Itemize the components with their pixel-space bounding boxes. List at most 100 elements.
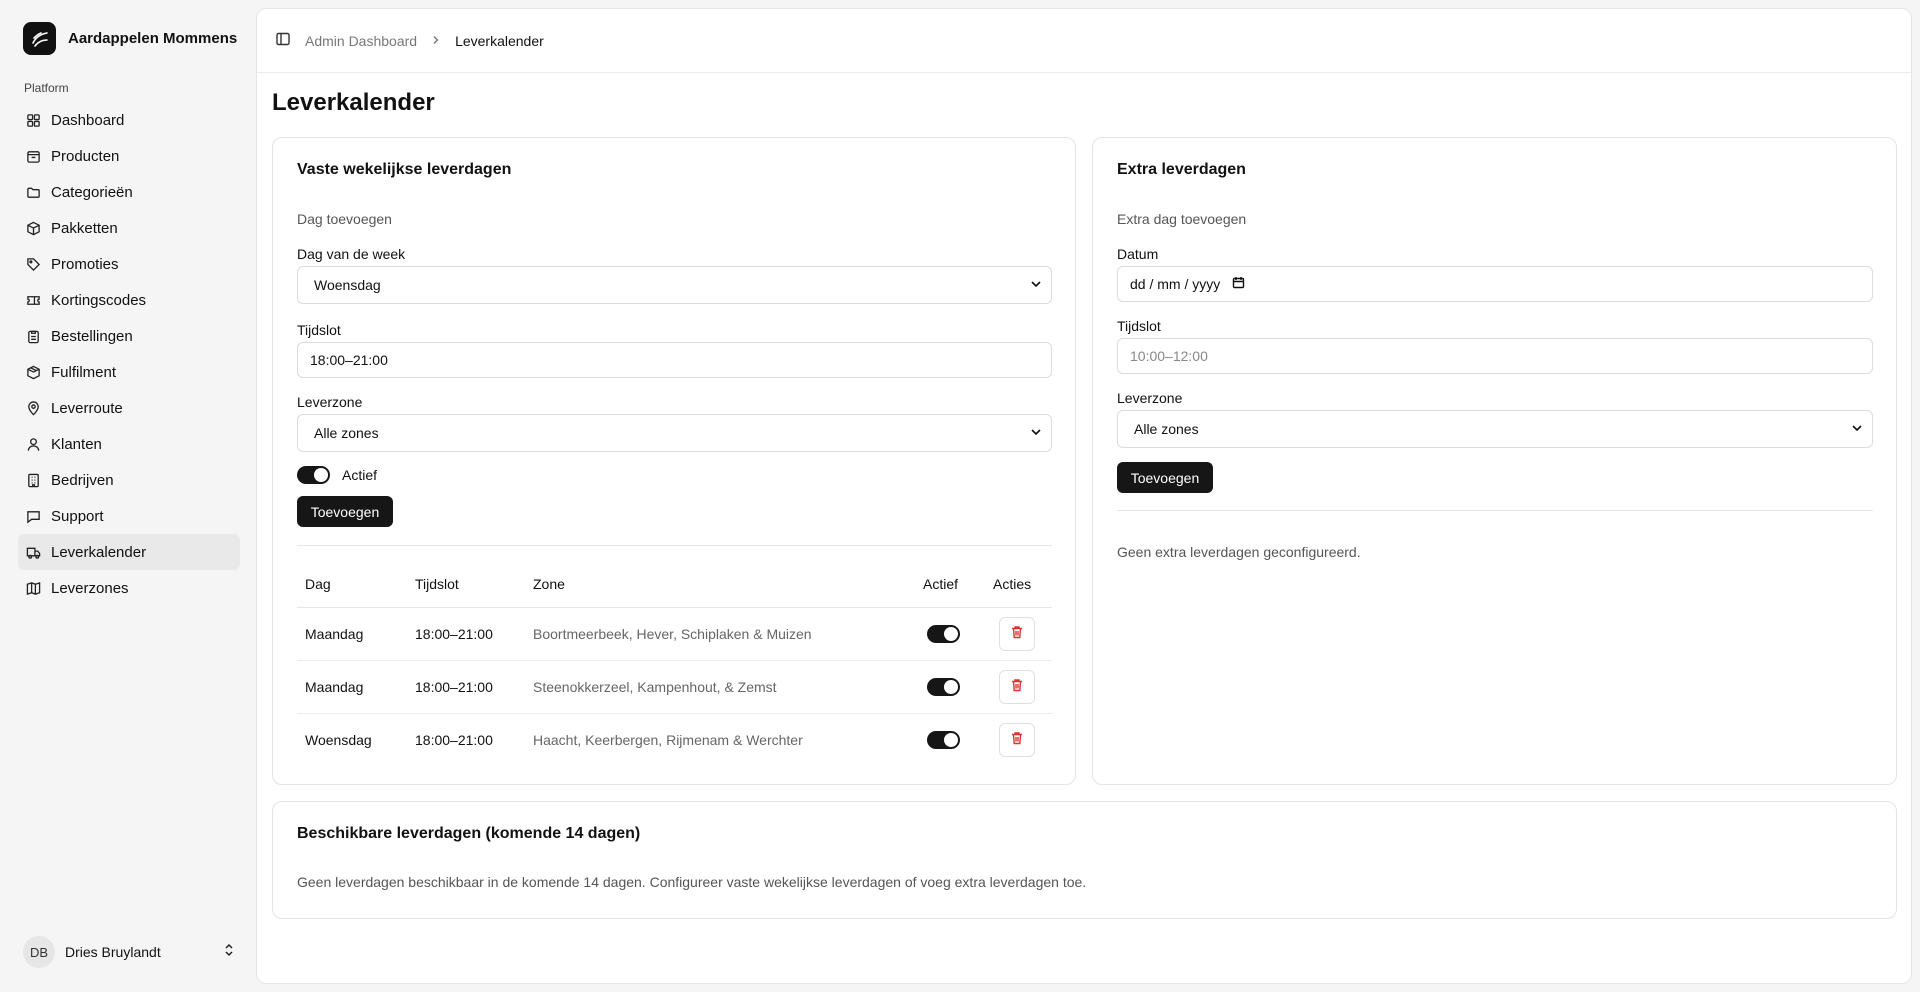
sidebar: Aardappelen Mommens Platform Dashboard P… [0,0,256,992]
sidebar-item-promoties[interactable]: Promoties [18,246,240,282]
delete-button[interactable] [999,669,1035,704]
sidebar-item-fulfilment[interactable]: Fulfilment [18,354,240,390]
main-panel: Admin Dashboard Leverkalender Leverkalen… [256,8,1912,984]
sidebar-item-label: Bestellingen [51,327,133,345]
day-select[interactable]: Woensdag [297,266,1052,304]
active-toggle-row: Actief [297,466,377,484]
col-header-actions: Acties [985,561,1052,608]
sidebar-item-klanten[interactable]: Klanten [18,426,240,462]
available-card-title: Beschikbare leverdagen (komende 14 dagen… [297,825,641,842]
sidebar-item-label: Kortingscodes [51,291,147,309]
brand[interactable]: Aardappelen Mommens [23,22,237,55]
sidebar-item-label: Klanten [51,435,102,453]
extra-card-title: Extra leverdagen [1117,161,1246,178]
weekly-subtitle: Dag toevoegen [297,211,392,227]
day-field-label: Dag van de week [297,246,406,262]
trash-icon [1010,678,1024,695]
sidebar-item-bedrijven[interactable]: Bedrijven [18,462,240,498]
active-toggle[interactable] [297,466,330,484]
chevrons-up-down-icon [223,943,235,961]
slot-input[interactable]: 18:00–21:00 [297,342,1052,378]
sidebar-item-label: Dashboard [51,111,125,129]
trash-icon [1010,731,1024,748]
extra-zone-select[interactable]: Alle zones [1117,410,1873,448]
extra-zone-field-label: Leverzone [1117,390,1183,406]
package-check-icon [25,364,41,380]
row-active-toggle[interactable] [927,730,960,749]
trash-icon [1010,625,1024,642]
table-row: Maandag 18:00–21:00 Boortmeerbeek, Hever… [297,607,1052,661]
chevron-down-icon [1031,279,1041,291]
grid-icon [25,112,41,128]
breadcrumb-current: Leverkalender [455,32,544,49]
table-header-row: Dag Tijdslot Zone Actief Acties [297,561,1052,608]
sidebar-item-kortingscodes[interactable]: Kortingscodes [18,282,240,318]
date-input-placeholder: dd / mm / yyyy [1130,276,1221,292]
col-header-day: Dag [297,561,407,608]
map-pin-icon [25,400,41,416]
table-row: Woensdag 18:00–21:00 Haacht, Keerbergen,… [297,713,1052,766]
calendar-icon[interactable] [1232,276,1245,292]
cell-slot: 18:00–21:00 [407,607,525,661]
cell-active [915,713,985,766]
brand-name: Aardappelen Mommens [68,30,238,47]
cell-zone: Haacht, Keerbergen, Rijmenam & Werchter [533,731,803,748]
add-extra-day-button[interactable]: Toevoegen [1117,462,1213,493]
sidebar-item-categorieen[interactable]: Categorieën [18,174,240,210]
chevron-right-icon [431,33,441,48]
brand-logo-icon [23,22,56,55]
package-icon [25,220,41,236]
breadcrumb-parent[interactable]: Admin Dashboard [305,33,417,49]
cell-slot: 18:00–21:00 [407,660,525,714]
available-empty-message: Geen leverdagen beschikbaar in de komend… [297,874,1087,890]
sidebar-item-leverkalender[interactable]: Leverkalender [18,534,240,570]
sidebar-item-label: Leverzones [51,579,129,597]
row-active-toggle[interactable] [927,624,960,643]
weekly-card-title: Vaste wekelijkse leverdagen [297,161,512,178]
chevron-down-icon [1852,423,1862,435]
sidebar-item-dashboard[interactable]: Dashboard [18,102,240,138]
delete-button[interactable] [999,722,1035,757]
sidebar-item-pakketten[interactable]: Pakketten [18,210,240,246]
zone-select[interactable]: Alle zones [297,414,1052,452]
sidebar-item-label: Leverkalender [51,543,147,561]
sidebar-nav: Dashboard Producten Categorieën Pakkette… [18,102,240,606]
row-active-toggle[interactable] [927,677,960,696]
tag-icon [25,256,41,272]
extra-slot-input[interactable]: 10:00–12:00 [1117,338,1873,374]
col-header-zone: Zone [525,561,915,608]
extra-subtitle: Extra dag toevoegen [1117,211,1247,227]
table-row: Maandag 18:00–21:00 Steenokkerzeel, Kamp… [297,660,1052,714]
active-toggle-label: Actief [342,467,378,483]
sidebar-item-label: Categorieën [51,183,133,201]
sidebar-item-bestellingen[interactable]: Bestellingen [18,318,240,354]
sidebar-item-leverzones[interactable]: Leverzones [18,570,240,606]
extra-zone-select-value: Alle zones [1134,421,1199,437]
date-field-label: Datum [1117,246,1159,262]
sidebar-item-label: Leverroute [51,399,123,417]
map-icon [25,580,41,596]
cell-day: Maandag [297,660,407,714]
sidebar-item-label: Fulfilment [51,363,117,381]
add-weekly-day-button[interactable]: Toevoegen [297,496,393,527]
sidebar-item-leverroute[interactable]: Leverroute [18,390,240,426]
chevron-down-icon [1031,427,1041,439]
cell-day: Maandag [297,607,407,661]
delete-button[interactable] [999,616,1035,651]
sidebar-item-label: Support [51,507,104,525]
weekly-card: Vaste wekelijkse leverdagen Dag toevoege… [272,137,1076,785]
sidebar-item-producten[interactable]: Producten [18,138,240,174]
date-input[interactable]: dd / mm / yyyy [1117,266,1873,302]
col-header-active: Actief [915,561,985,608]
extra-empty-message: Geen extra leverdagen geconfigureerd. [1117,544,1361,560]
cell-zone: Steenokkerzeel, Kampenhout, & Zemst [525,660,915,714]
col-header-slot: Tijdslot [407,561,525,608]
sidebar-toggle-icon[interactable] [275,31,291,51]
nav-section-label: Platform [24,81,69,95]
zone-select-value: Alle zones [314,425,379,441]
user-menu[interactable]: DB Dries Bruylandt [23,936,235,968]
extra-slot-field-label: Tijdslot [1117,318,1161,334]
cell-day: Woensdag [305,731,372,748]
sidebar-item-support[interactable]: Support [18,498,240,534]
cell-active [915,607,985,661]
